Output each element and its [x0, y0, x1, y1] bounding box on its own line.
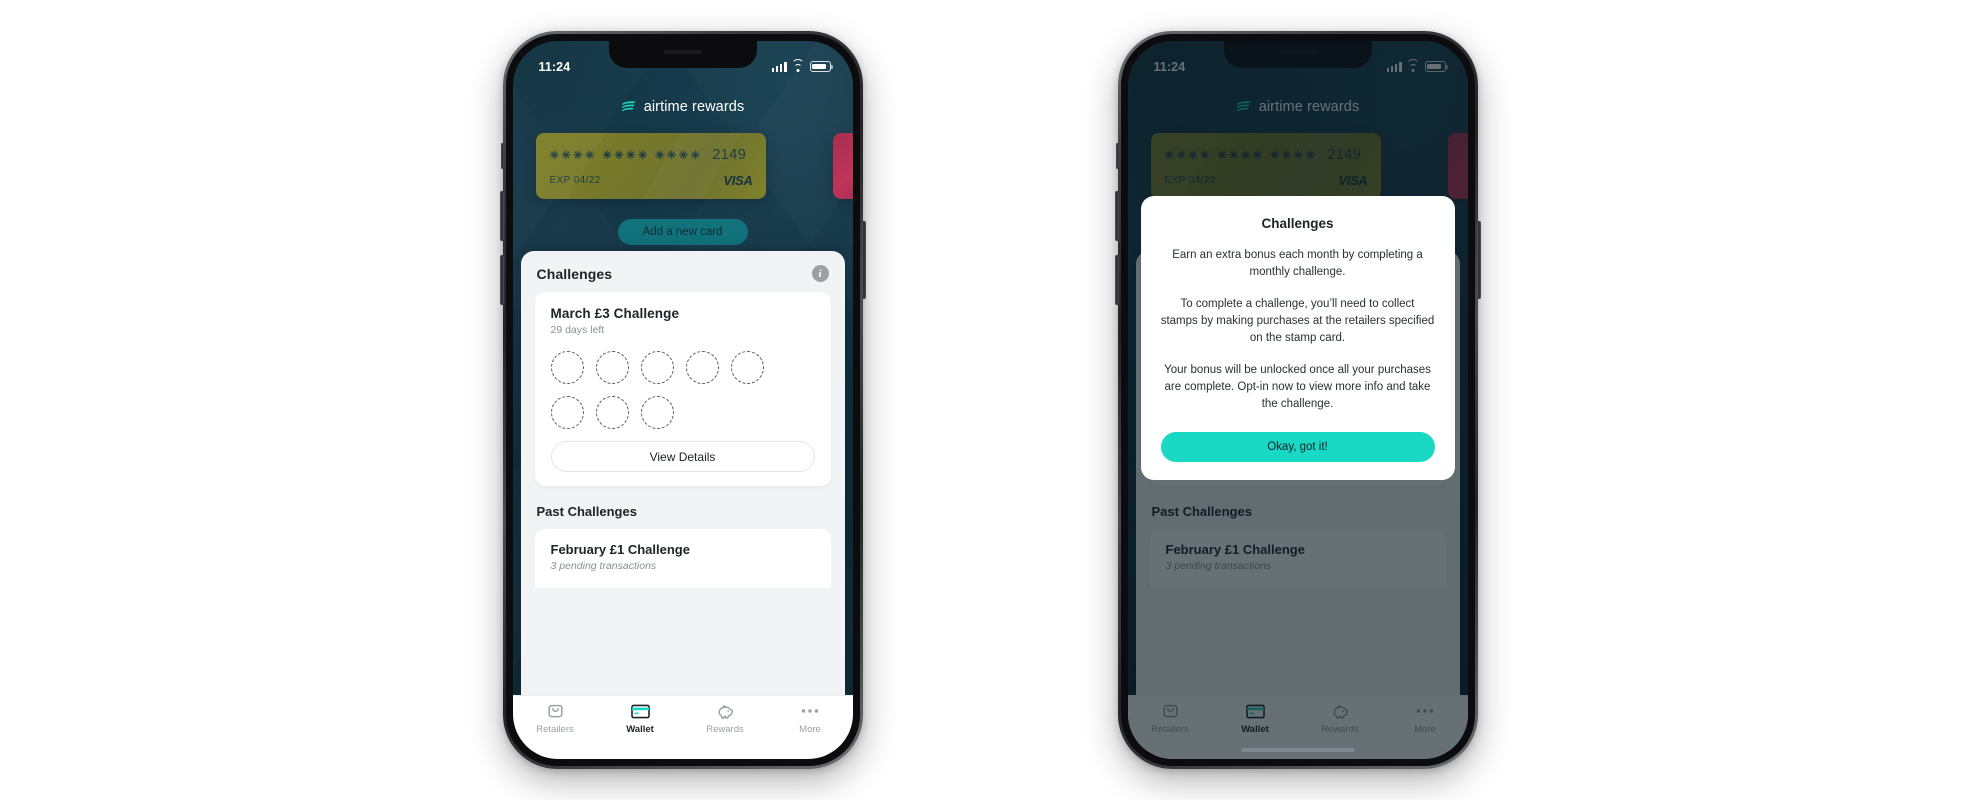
- stamp-empty: [550, 351, 584, 384]
- info-icon[interactable]: i: [811, 265, 829, 282]
- phone-screen: 11:24 airtime rewards: [512, 41, 853, 759]
- power-button[interactable]: [1476, 221, 1481, 299]
- stamp-empty: [685, 351, 719, 384]
- current-challenge-title: March £3 Challenge: [550, 306, 680, 321]
- modal-paragraph-1: Earn an extra bonus each month by comple…: [1172, 249, 1423, 278]
- piggy-bank-icon: [716, 703, 735, 719]
- notch: [608, 41, 757, 68]
- modal-title: Challenges: [1261, 216, 1334, 231]
- card-number: ✳✳✳✳ ✳✳✳✳ ✳✳✳✳ 2149: [550, 148, 752, 163]
- past-challenges-title: Past Challenges: [536, 504, 637, 519]
- tab-rewards[interactable]: Rewards: [683, 703, 768, 735]
- stamp-empty: [595, 396, 629, 429]
- credit-card-icon: [630, 703, 650, 719]
- tab-wallet[interactable]: Wallet: [598, 703, 683, 735]
- modal-paragraph-3: Your bonus will be unlocked once all you…: [1164, 364, 1431, 410]
- volume-down-button[interactable]: [1114, 255, 1119, 305]
- challenges-info-modal: Challenges Earn an extra bonus each mont…: [1140, 196, 1455, 481]
- volume-down-button[interactable]: [499, 255, 504, 305]
- past-challenge-item[interactable]: February £1 Challenge 3 pending transact…: [534, 529, 831, 588]
- view-details-button[interactable]: View Details: [550, 441, 815, 472]
- stamp-empty: [550, 396, 584, 429]
- phone-left: 11:24 airtime rewards ✳✳✳✳ ✳✳✳✳ ✳✳✳✳ 214…: [499, 31, 866, 769]
- tab-more[interactable]: More: [768, 703, 853, 735]
- ellipsis-icon: [800, 703, 820, 719]
- add-new-card-button[interactable]: Add a new card: [617, 219, 748, 245]
- modal-paragraph-2: To complete a challenge, you’ll need to …: [1160, 298, 1435, 344]
- volume-up-button[interactable]: [499, 191, 504, 241]
- okay-got-it-button[interactable]: Okay, got it!: [1160, 432, 1435, 463]
- tab-bar: Retailers Wallet Rewards: [512, 695, 853, 759]
- next-card-preview[interactable]: [832, 133, 853, 199]
- current-challenge-card[interactable]: March £3 Challenge 29 days left: [534, 292, 831, 486]
- stamp-empty: [640, 351, 674, 384]
- card-expiry: EXP 04/22: [549, 175, 601, 186]
- payment-card[interactable]: ✳✳✳✳ ✳✳✳✳ ✳✳✳✳ 2149 EXP 04/22 VISA: [535, 133, 766, 199]
- status-time: 11:24: [538, 59, 571, 74]
- tab-label: More: [799, 724, 821, 735]
- challenges-header: Challenges i: [521, 251, 845, 292]
- screenshot-stage: 11:24 airtime rewards ✳✳✳✳ ✳✳✳✳ ✳✳✳✳ 214…: [0, 0, 1980, 800]
- wifi-icon: [791, 58, 805, 72]
- tab-label: Wallet: [626, 724, 654, 735]
- power-button[interactable]: [861, 221, 866, 299]
- earpiece-speaker: [663, 50, 702, 54]
- cellular-signal-icon: [771, 62, 787, 72]
- battery-icon: [809, 61, 833, 72]
- app-brand: airtime rewards: [513, 99, 853, 115]
- phone-screen: 11:24 airtime rewards: [1127, 41, 1468, 759]
- volume-up-button[interactable]: [1114, 191, 1119, 241]
- challenges-title: Challenges: [536, 265, 613, 282]
- stamp-empty: [730, 351, 764, 384]
- past-challenge-status: 3 pending transactions: [550, 560, 657, 572]
- card-carousel[interactable]: ✳✳✳✳ ✳✳✳✳ ✳✳✳✳ 2149 EXP 04/22 VISA: [513, 133, 853, 209]
- stamp-empty: [595, 351, 629, 384]
- stamp-grid: [550, 351, 815, 429]
- tab-label: Rewards: [706, 724, 744, 735]
- tab-retailers[interactable]: Retailers: [513, 703, 598, 735]
- stamp-empty: [640, 396, 674, 429]
- card-network-logo: VISA: [723, 173, 753, 188]
- card-last-four: 2149: [712, 147, 747, 163]
- brand-name: airtime rewards: [643, 99, 745, 115]
- silent-switch[interactable]: [1115, 143, 1119, 169]
- current-challenge-days-left: 29 days left: [550, 324, 605, 336]
- phone-right: 11:24 airtime rewards: [1114, 31, 1481, 769]
- home-indicator[interactable]: [1241, 748, 1354, 752]
- tab-label: Retailers: [536, 724, 574, 735]
- status-indicators: [771, 58, 833, 72]
- challenges-sheet: Challenges i March £3 Challenge 29 days …: [520, 251, 845, 695]
- card-masked-digits: ✳✳✳✳ ✳✳✳✳ ✳✳✳✳: [549, 150, 703, 162]
- stamp-row-2: [550, 396, 815, 429]
- shopping-bag-icon: [547, 703, 564, 719]
- past-challenge-title: February £1 Challenge: [550, 542, 690, 557]
- silent-switch[interactable]: [500, 143, 504, 169]
- stamp-row-1: [550, 351, 815, 384]
- airtime-waves-logo: [621, 101, 636, 112]
